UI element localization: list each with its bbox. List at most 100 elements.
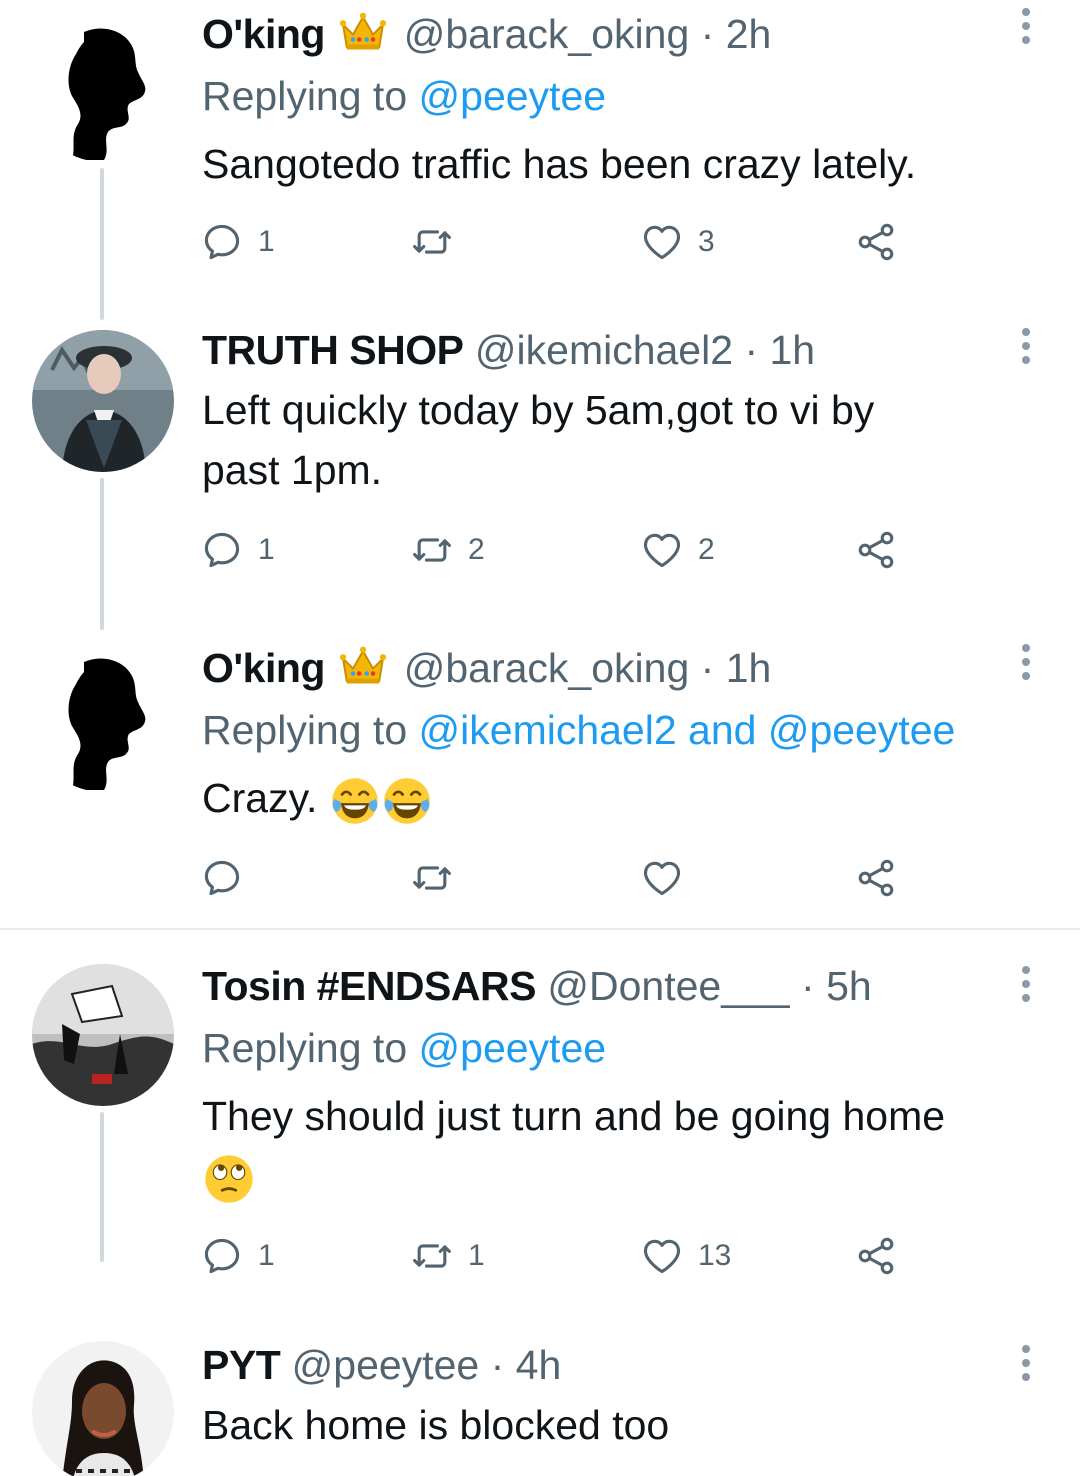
reply-button[interactable]: 1 bbox=[200, 218, 275, 266]
like-button[interactable]: 3 bbox=[640, 218, 715, 266]
like-button[interactable]: 13 bbox=[640, 1232, 731, 1280]
profile-photo bbox=[32, 964, 174, 1106]
reply-icon bbox=[200, 856, 244, 900]
like-icon bbox=[640, 528, 684, 572]
user-handle[interactable]: @barack_oking bbox=[404, 11, 690, 57]
mention-link[interactable]: @peeytee bbox=[419, 73, 607, 119]
silhouette-avatar-icon bbox=[32, 650, 174, 792]
avatar[interactable] bbox=[32, 964, 174, 1106]
more-options-icon[interactable] bbox=[1020, 8, 1032, 44]
face-with-tears-of-joy-icon bbox=[381, 775, 433, 827]
share-button[interactable] bbox=[854, 218, 898, 266]
user-handle[interactable]: @Dontee___ bbox=[547, 963, 789, 1009]
mention-link[interactable]: @ikemichael2 and @peeytee bbox=[419, 707, 956, 753]
tweet[interactable]: O'king @barack_oking · 2h Replying to @p… bbox=[0, 0, 1080, 320]
reply-button[interactable]: 1 bbox=[200, 1232, 275, 1280]
retweet-button[interactable] bbox=[410, 854, 454, 902]
separator: · bbox=[490, 1342, 505, 1388]
reply-count: 1 bbox=[258, 533, 275, 566]
replying-prefix: Replying to bbox=[202, 707, 408, 753]
avatar[interactable] bbox=[32, 20, 174, 162]
timestamp[interactable]: 1h bbox=[770, 327, 816, 373]
tweet-text: Crazy. bbox=[202, 768, 1052, 828]
retweet-icon bbox=[410, 1234, 454, 1278]
tweet[interactable]: PYT @peeytee · 4h Back home is blocked t… bbox=[0, 1335, 1080, 1476]
like-count: 13 bbox=[698, 1239, 732, 1272]
share-icon bbox=[854, 220, 898, 264]
face-with-tears-of-joy-icon bbox=[329, 775, 381, 827]
tweet[interactable]: TRUTH SHOP @ikemichael2 · 1h Left quickl… bbox=[0, 320, 1080, 630]
separator: · bbox=[744, 327, 759, 373]
tweet[interactable]: Tosin #ENDSARS @Dontee___ · 5h Replying … bbox=[0, 930, 1080, 1335]
like-icon bbox=[640, 856, 684, 900]
display-name[interactable]: PYT bbox=[202, 1342, 281, 1388]
timestamp[interactable]: 1h bbox=[726, 645, 772, 691]
profile-photo bbox=[32, 1341, 174, 1476]
mention-link[interactable]: @peeytee bbox=[419, 1025, 607, 1071]
tweet-header: PYT @peeytee · 4h bbox=[202, 1337, 561, 1393]
thread-line bbox=[100, 478, 104, 630]
silhouette-avatar-icon bbox=[32, 20, 174, 162]
replying-to: Replying to @ikemichael2 and @peeytee bbox=[202, 702, 955, 758]
tweet-actions: 1 3 bbox=[200, 218, 920, 266]
retweet-button[interactable] bbox=[410, 218, 468, 266]
avatar[interactable] bbox=[32, 330, 174, 472]
user-handle[interactable]: @peeytee bbox=[292, 1342, 480, 1388]
like-icon bbox=[640, 220, 684, 264]
thread-line bbox=[100, 1112, 104, 1262]
tweet-header: TRUTH SHOP @ikemichael2 · 1h bbox=[202, 322, 815, 378]
retweet-button[interactable]: 2 bbox=[410, 526, 485, 574]
tweet-actions bbox=[200, 854, 920, 902]
tweet-text-line: Left quickly today by 5am,got to vi by bbox=[202, 387, 875, 433]
reply-icon bbox=[200, 220, 244, 264]
face-with-rolling-eyes-icon bbox=[202, 1152, 256, 1206]
like-count: 2 bbox=[698, 533, 715, 566]
tweet-header: Tosin #ENDSARS @Dontee___ · 5h bbox=[202, 958, 872, 1014]
timestamp[interactable]: 4h bbox=[516, 1342, 562, 1388]
share-button[interactable] bbox=[854, 526, 898, 574]
avatar[interactable] bbox=[32, 1341, 174, 1476]
share-icon bbox=[854, 528, 898, 572]
reply-icon bbox=[200, 528, 244, 572]
tweet-text-content: Crazy. bbox=[202, 775, 318, 821]
tweet-text-line: past 1pm. bbox=[202, 447, 383, 493]
separator: · bbox=[801, 963, 815, 1009]
share-button[interactable] bbox=[854, 854, 898, 902]
reply-icon bbox=[200, 1234, 244, 1278]
display-name[interactable]: TRUTH SHOP bbox=[202, 327, 464, 373]
avatar[interactable] bbox=[32, 650, 174, 792]
display-name[interactable]: O'king bbox=[202, 645, 325, 691]
more-options-icon[interactable] bbox=[1020, 644, 1032, 680]
more-options-icon[interactable] bbox=[1020, 966, 1032, 1002]
retweet-icon bbox=[410, 856, 454, 900]
thread-line bbox=[100, 168, 104, 320]
retweet-count: 1 bbox=[468, 1239, 485, 1272]
like-button[interactable] bbox=[640, 854, 684, 902]
timestamp[interactable]: 5h bbox=[826, 963, 872, 1009]
reply-button[interactable] bbox=[200, 854, 244, 902]
more-options-icon[interactable] bbox=[1020, 1345, 1032, 1381]
share-button[interactable] bbox=[854, 1232, 898, 1280]
tweet-text: Sangotedo traffic has been crazy lately. bbox=[202, 141, 917, 187]
like-button[interactable]: 2 bbox=[640, 526, 715, 574]
replying-to: Replying to @peeytee bbox=[202, 1020, 606, 1076]
display-name[interactable]: Tosin #ENDSARS bbox=[202, 963, 536, 1009]
display-name[interactable]: O'king bbox=[202, 11, 325, 57]
retweet-button[interactable]: 1 bbox=[410, 1232, 485, 1280]
like-icon bbox=[640, 1234, 684, 1278]
tweet[interactable]: O'king @barack_oking · 1h Replying to @i… bbox=[0, 636, 1080, 928]
reply-count: 1 bbox=[258, 225, 275, 258]
tweet-text-content: They should just turn and be going home bbox=[202, 1093, 946, 1139]
more-options-icon[interactable] bbox=[1020, 328, 1032, 364]
tweet-header: O'king @barack_oking · 1h bbox=[202, 640, 771, 696]
separator: · bbox=[700, 11, 715, 57]
retweet-icon bbox=[410, 220, 454, 264]
user-handle[interactable]: @barack_oking bbox=[404, 645, 690, 691]
tweet-text: They should just turn and be going home bbox=[202, 1086, 1052, 1206]
timestamp[interactable]: 2h bbox=[726, 11, 772, 57]
reply-button[interactable]: 1 bbox=[200, 526, 275, 574]
profile-photo bbox=[32, 330, 174, 472]
separator: · bbox=[700, 645, 715, 691]
retweet-count: 2 bbox=[468, 533, 485, 566]
user-handle[interactable]: @ikemichael2 bbox=[475, 327, 733, 373]
